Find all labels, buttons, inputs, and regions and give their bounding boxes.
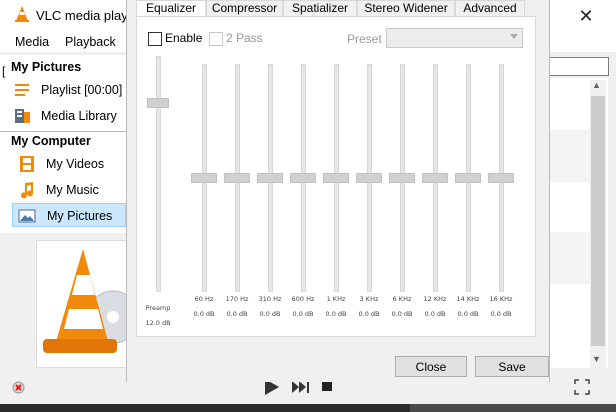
sidebar-item-my-pictures[interactable]: My Pictures [12,203,126,227]
fullscreen-icon[interactable] [574,379,590,395]
record-icon[interactable] [12,381,25,394]
vlc-cone-art-icon [43,249,140,353]
music-note-icon [21,182,34,199]
band-value-label: 0.0 dB [490,310,512,318]
preset-dropdown[interactable] [386,28,523,48]
chevron-down-icon [510,34,518,39]
playlist-bracket-text: [ [2,64,6,78]
sidebar-item-my-music[interactable]: My Music [12,178,126,202]
next-icon[interactable] [292,381,310,393]
sidebar: My Pictures Playlist [00:00] Media Libra… [0,55,126,233]
scroll-up-icon[interactable]: ▲ [592,80,601,90]
tab-bar: Equalizer Compressor Spatializer Stereo … [136,0,536,17]
band-slider-thumb[interactable] [191,173,217,183]
stop-icon[interactable] [322,381,332,391]
menu-media[interactable]: Media [15,35,49,49]
scroll-down-icon[interactable]: ▼ [592,354,601,364]
sidebar-item-my-videos[interactable]: My Videos [12,152,126,176]
enable-label: Enable [165,31,203,45]
playlist-icon [15,84,29,96]
sidebar-item-playlist[interactable]: Playlist [00:00] [12,78,126,102]
sidebar-item-label: My Pictures [47,209,113,223]
band-slider-thumb[interactable] [323,173,349,183]
preset-label: Preset [347,32,382,46]
save-button[interactable]: Save [475,356,549,377]
picture-icon [18,209,36,223]
taskbar-strip-right [410,404,616,412]
sidebar-heading-my-computer: My Computer [11,134,91,148]
band-slider-thumb[interactable] [488,173,514,183]
tab-equalizer[interactable]: Equalizer [136,0,206,17]
sidebar-item-media-library[interactable]: Media Library [12,104,126,128]
band-slider-thumb[interactable] [389,173,415,183]
band-slider-thumb[interactable] [257,173,283,183]
scrollbar-thumb[interactable] [591,96,605,346]
film-icon [20,156,34,172]
sidebar-item-label: My Music [46,183,99,197]
tab-advanced[interactable]: Advanced [455,0,525,16]
two-pass-checkbox[interactable] [209,32,223,46]
list-row [548,130,592,182]
vlc-cone-icon [15,6,29,22]
window-close-button[interactable]: ✕ [566,2,606,30]
list-row [548,232,592,284]
sidebar-item-label: Playlist [00:00] [41,83,123,97]
album-art [36,240,140,368]
sidebar-separator [0,131,126,132]
sidebar-item-label: My Videos [46,157,105,171]
tab-stereo-widener[interactable]: Stereo Widener [357,0,455,16]
media-library-icon [15,109,30,123]
preamp-label: Preamp [145,304,171,312]
band-slider-thumb[interactable] [455,173,481,183]
close-button[interactable]: Close [395,356,467,377]
band-slider-thumb[interactable] [290,173,316,183]
sidebar-heading-my-pictures: My Pictures [11,60,82,74]
window-title: VLC media playe [36,8,135,23]
menu-playback[interactable]: Playback [65,35,116,49]
tab-spatializer[interactable]: Spatializer [283,0,357,16]
enable-checkbox[interactable] [148,32,162,46]
band-slider-thumb[interactable] [422,173,448,183]
band-frequency-label: 16 KHz [489,295,513,303]
tab-compressor[interactable]: Compressor [206,0,283,16]
preamp-value: 12.0 dB [145,319,171,327]
band-slider-thumb[interactable] [356,173,382,183]
sidebar-item-label: Media Library [41,109,117,123]
band-slider-thumb[interactable] [224,173,250,183]
two-pass-label: 2 Pass [226,31,263,45]
preamp-slider-thumb[interactable] [147,98,169,109]
preamp-slider-track[interactable] [156,56,161,292]
